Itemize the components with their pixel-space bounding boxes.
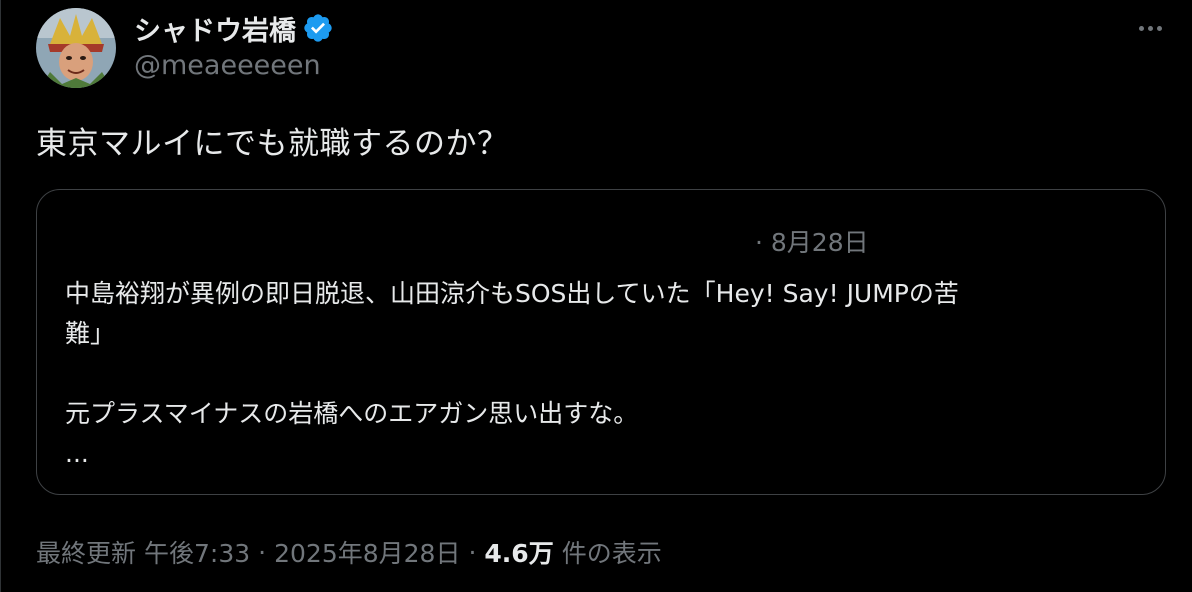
author-name-row: シャドウ岩橋 (134, 8, 334, 48)
timeline-border (0, 0, 1, 592)
quote-date[interactable]: · 8月28日 (755, 223, 869, 259)
quote-paragraph-gap (65, 354, 1145, 394)
quote-text-line: 中島裕翔が異例の即日脱退、山田涼介もSOS出していた「Hey! Say! JUM… (65, 279, 959, 308)
views-count[interactable]: 4.6万 (484, 534, 553, 570)
tweet-text: 東京マルイにでも就職するのか？ (36, 126, 509, 162)
avatar-image (36, 8, 116, 88)
quote-ellipsis: ... (65, 439, 89, 468)
more-dot (1138, 25, 1144, 31)
more-dot (1156, 25, 1162, 31)
meta-separator: · (258, 537, 267, 567)
views-label: 件の表示 (561, 539, 662, 568)
quote-body: 中島裕翔が異例の即日脱退、山田涼介もSOS出していた「Hey! Say! JUM… (65, 274, 1145, 474)
more-dot (1147, 25, 1153, 31)
verified-badge-icon[interactable] (302, 12, 334, 44)
quote-text-line: 元プラスマイナスの岩橋へのエアガン思い出すな。 (65, 399, 639, 428)
avatar[interactable] (36, 8, 116, 88)
tweet-meta: 最終更新 午後7:33 · 2025年8月28日 · 4.6万 件の表示 (36, 533, 662, 571)
display-name[interactable]: シャドウ岩橋 (134, 9, 296, 48)
meta-separator: · (468, 537, 477, 567)
author-handle[interactable]: @meaeeeeen (134, 50, 321, 81)
quoted-tweet-card[interactable]: · 8月28日 中島裕翔が異例の即日脱退、山田涼介もSOS出していた「Hey! … (36, 189, 1166, 495)
tweet-date[interactable]: 2025年8月28日 (274, 534, 460, 570)
tweet-time[interactable]: 午後7:33 (144, 534, 250, 570)
more-horizontal-icon[interactable] (1130, 14, 1170, 42)
quote-text-line: 難」 (65, 319, 116, 348)
last-updated-label[interactable]: 最終更新 (36, 534, 136, 570)
